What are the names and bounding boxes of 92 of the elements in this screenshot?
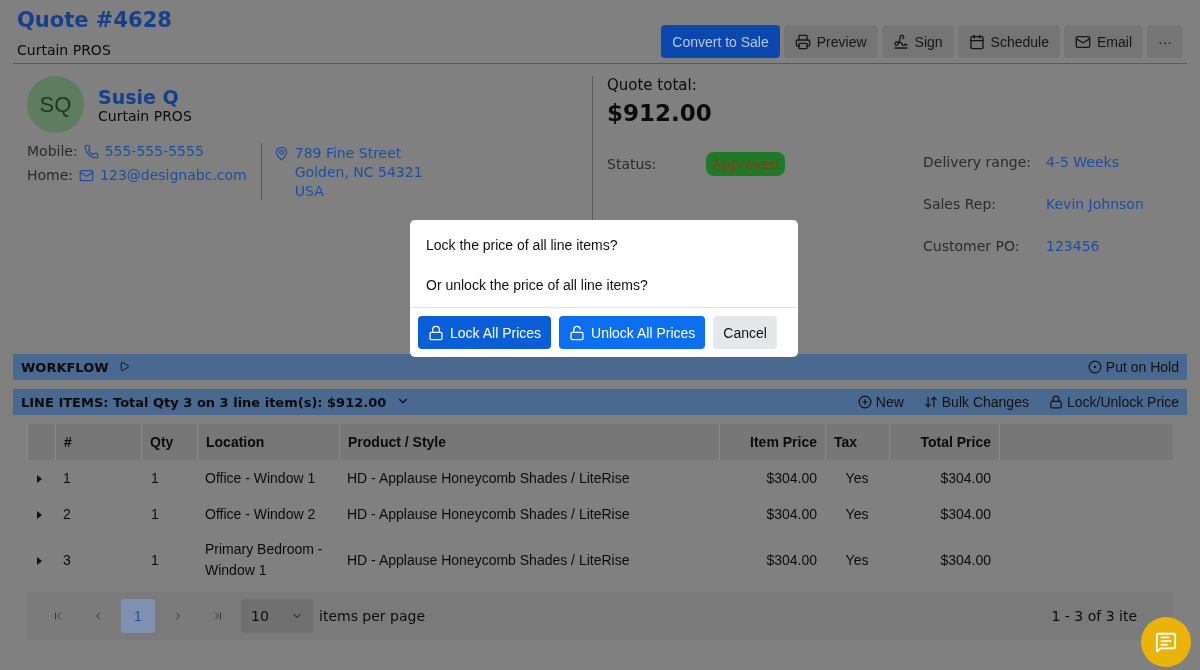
column-header: # (55, 424, 141, 460)
table-cell-text: 1 (150, 504, 160, 524)
phone-icon (83, 143, 99, 159)
detail-label: Delivery range: (923, 154, 1032, 170)
chat-button[interactable] (1141, 617, 1191, 667)
section-title: WORKFLOW (21, 359, 109, 375)
contact-link[interactable]: 123@designabc.com (100, 167, 247, 183)
action-button[interactable]: Schedule (957, 25, 1060, 58)
page-button[interactable]: 1 (121, 599, 155, 633)
caret-right-icon[interactable] (35, 474, 43, 483)
table-cell-text: Yes (844, 468, 870, 488)
detail-link[interactable]: 4-5 Weeks (1046, 154, 1144, 170)
lock-button[interactable]: Lock All Prices (418, 316, 552, 349)
address-line[interactable]: 789 Fine Street (294, 145, 402, 161)
table-cell-text: 1 (62, 468, 72, 488)
customer-name[interactable]: Susie Q (98, 85, 192, 108)
dialog-text: Or unlock the price of all line items? (426, 277, 649, 293)
play-icon (118, 360, 130, 372)
plus-circle-icon (857, 395, 872, 409)
quote-title: Quote #4628 (17, 8, 172, 32)
column-header: Item Price (719, 424, 825, 460)
detail-label: Sales Rep: (923, 196, 998, 212)
lock-icon (428, 324, 444, 341)
table-cell-text: 3 (62, 550, 72, 570)
caret-right-icon[interactable] (35, 510, 43, 519)
hold-button[interactable]: Put on Hold (1087, 359, 1179, 375)
column-header: Qty (141, 424, 197, 460)
table-cell-text: Office - Window 2 (204, 504, 317, 524)
address-line[interactable]: Golden, NC 54321 (294, 164, 423, 180)
lock-icon (1048, 395, 1063, 409)
more-button[interactable]: ··· (1147, 25, 1183, 58)
detail-label: Customer PO: (923, 238, 1021, 254)
page-range: 1 - 3 of 3 ite (1051, 608, 1137, 624)
avatar: SQ (27, 76, 84, 133)
table-cell-text: Yes (844, 550, 870, 570)
dialog-text: Lock the price of all line items? (426, 237, 619, 253)
cancel-button[interactable]: Cancel (713, 316, 777, 349)
status-badge: Approved (706, 152, 786, 176)
table-cell-text: $304.00 (765, 504, 818, 524)
convert-button[interactable]: Convert to Sale (661, 25, 780, 58)
arrows-icon (923, 395, 938, 409)
table-cell-text: HD - Applause Honeycomb Shades / LiteRise (346, 550, 631, 570)
bar-action[interactable]: Lock/Unlock Price (1048, 394, 1179, 410)
total-label: Quote total: (607, 76, 698, 94)
table-cell-text: $304.00 (765, 550, 818, 570)
table-cell-text: $304.00 (765, 468, 818, 488)
table-cell-text: 1 (150, 550, 160, 570)
table-cell-text: $304.00 (939, 504, 992, 524)
table-cell-text: Primary Bedroom - Window 1 (204, 540, 324, 580)
contact-label: Home: (27, 167, 74, 183)
map-pin-icon (273, 146, 289, 161)
quote-total: $912.00 (607, 100, 713, 126)
status-label: Status: (607, 156, 657, 172)
contact-label: Mobile: (27, 143, 78, 159)
column-header: Location (197, 424, 339, 460)
calendar-icon (968, 33, 985, 50)
table-cell-text: HD - Applause Honeycomb Shades / LiteRise (346, 504, 631, 524)
table-cell-text: Office - Window 1 (204, 468, 317, 488)
address-line[interactable]: USA (294, 183, 324, 199)
table-cell-text: Yes (844, 504, 870, 524)
bar-action[interactable]: New (857, 394, 904, 410)
customer-company: Curtain PROS (98, 107, 192, 124)
detail-link[interactable]: Kevin Johnson (1046, 196, 1144, 212)
first-icon (52, 610, 64, 622)
action-button[interactable]: Preview (783, 25, 878, 58)
circle-dot-icon (1087, 360, 1102, 374)
detail-link[interactable]: 123456 (1046, 238, 1144, 254)
chat-icon (1155, 631, 1177, 653)
table-cell-text: HD - Applause Honeycomb Shades / LiteRise (346, 468, 631, 488)
bar-action[interactable]: Bulk Changes (923, 394, 1029, 410)
table-cell-text: $304.00 (939, 550, 992, 570)
unlock-icon (569, 324, 586, 341)
contact-link[interactable]: 555-555-5555 (104, 143, 204, 159)
table-cell-text: $304.00 (939, 468, 992, 488)
mail-icon (1075, 33, 1091, 50)
unlock-button[interactable]: Unlock All Prices (559, 316, 706, 349)
column-header: Total Price (889, 424, 999, 460)
printer-icon (794, 33, 811, 50)
page-size-label: items per page (319, 608, 426, 624)
column-header: Tax (825, 424, 889, 460)
action-button[interactable]: Email (1064, 25, 1143, 58)
column-header: Product / Style (339, 424, 719, 460)
action-button[interactable]: Sign (881, 25, 954, 58)
table-cell-text: 2 (62, 504, 72, 524)
signature-icon (892, 33, 909, 50)
company-name: Curtain PROS (17, 42, 112, 58)
table-cell-text: 1 (150, 468, 160, 488)
caret-right-icon[interactable] (35, 556, 43, 565)
last-icon (212, 610, 224, 622)
section-title: LINE ITEMS: Total Qty 3 on 3 line item(s): $912.00 (21, 394, 387, 410)
mail-icon (79, 167, 95, 183)
page-size-select[interactable]: 10 (241, 599, 313, 633)
